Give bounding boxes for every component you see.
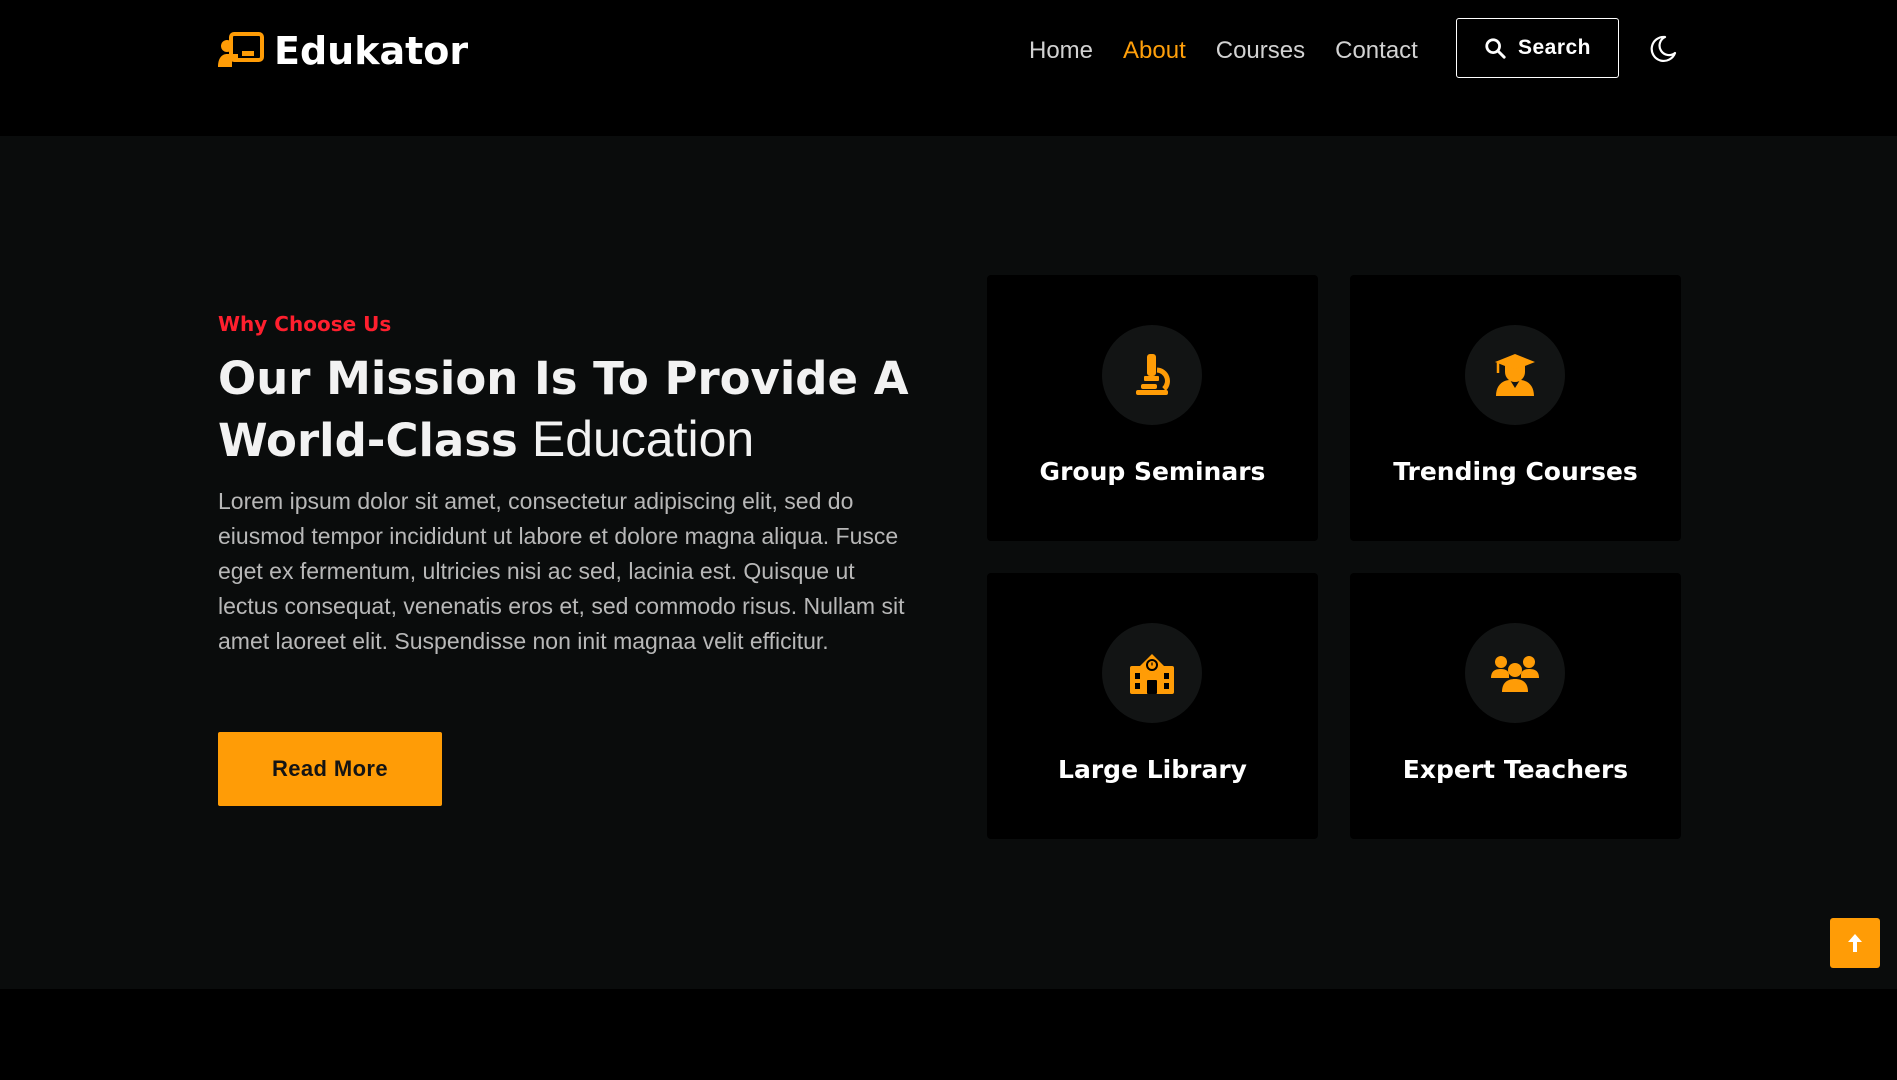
feature-title: Group Seminars <box>1039 457 1266 486</box>
nav-about[interactable]: About <box>1123 37 1186 65</box>
nav-contact[interactable]: Contact <box>1335 37 1418 65</box>
feature-icon-wrap <box>1102 623 1202 723</box>
graduate-icon <box>1495 354 1535 396</box>
about-section: Why Choose Us Our Mission Is To Provide … <box>0 136 1897 989</box>
page: Edukator Home About Courses Contact Sear… <box>0 0 1897 1080</box>
section-title: Our Mission Is To Provide A World-Class E… <box>218 349 938 471</box>
feature-icon-wrap <box>1465 325 1565 425</box>
title-light: Education <box>531 411 755 467</box>
feature-card-large-library[interactable]: Large Library <box>987 573 1318 839</box>
feature-card-group-seminars[interactable]: Group Seminars <box>987 275 1318 541</box>
section-description: Lorem ipsum dolor sit amet, consectetur … <box>218 488 905 654</box>
logo[interactable]: Edukator <box>218 26 468 76</box>
search-button-label: Search <box>1517 36 1592 59</box>
chalkboard-teacher-icon <box>218 32 264 67</box>
users-group-icon <box>1491 656 1539 692</box>
read-more-button[interactable]: Read More <box>218 732 442 806</box>
feature-grid: Group Seminars Trending Courses Large Li… <box>987 275 1681 841</box>
nav-courses[interactable]: Courses <box>1216 37 1305 65</box>
back-to-top-button[interactable] <box>1830 918 1880 968</box>
feature-icon-wrap <box>1102 325 1202 425</box>
search-icon <box>1485 38 1506 59</box>
feature-title: Large Library <box>1058 755 1247 784</box>
moon-icon <box>1650 35 1677 63</box>
feature-title: Expert Teachers <box>1402 755 1629 784</box>
main-nav: Home About Courses Contact <box>1029 34 1418 68</box>
school-building-icon <box>1130 654 1174 694</box>
nav-home[interactable]: Home <box>1029 37 1093 65</box>
microscope-icon <box>1136 354 1170 395</box>
feature-card-expert-teachers[interactable]: Expert Teachers <box>1350 573 1681 839</box>
theme-toggle[interactable] <box>1648 34 1678 64</box>
feature-card-trending-courses[interactable]: Trending Courses <box>1350 275 1681 541</box>
arrow-up-icon <box>1848 934 1862 952</box>
feature-icon-wrap <box>1465 623 1565 723</box>
feature-title: Trending Courses <box>1393 457 1638 486</box>
site-header: Edukator Home About Courses Contact Sear… <box>0 0 1897 136</box>
search-button[interactable]: Search <box>1456 18 1619 78</box>
section-eyebrow: Why Choose Us <box>218 312 392 336</box>
logo-text: Edukator <box>274 29 469 73</box>
